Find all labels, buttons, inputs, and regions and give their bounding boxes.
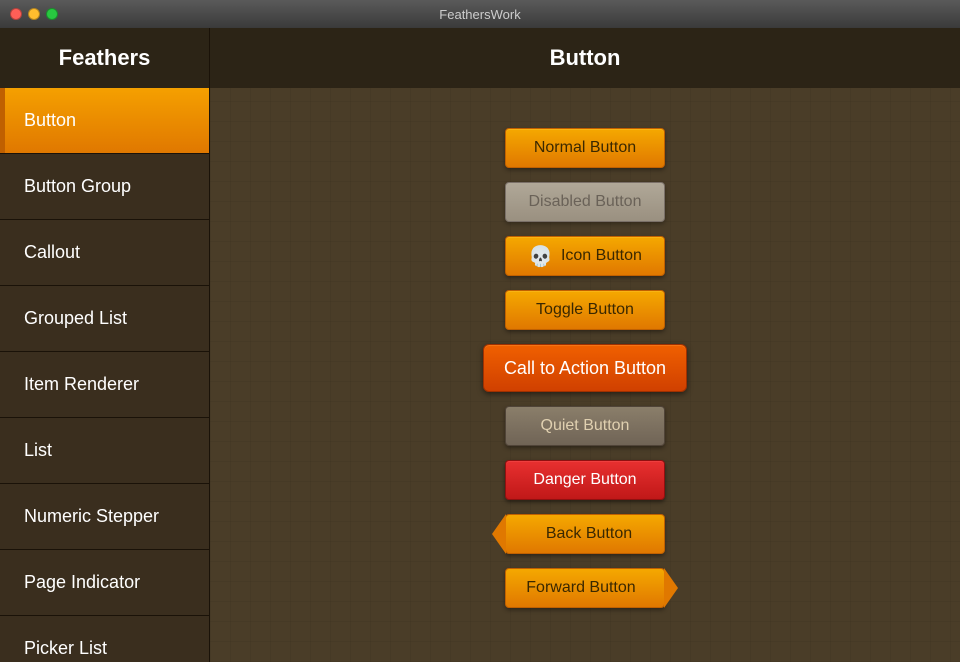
maximize-button[interactable] — [46, 8, 58, 20]
minimize-button[interactable] — [28, 8, 40, 20]
cta-button[interactable]: Call to Action Button — [483, 344, 687, 392]
back-button[interactable]: Back Button — [505, 514, 665, 554]
sidebar-item-page-indicator[interactable]: Page Indicator — [0, 550, 209, 616]
sidebar-item-picker-list[interactable]: Picker List — [0, 616, 209, 662]
header-left: Feathers — [0, 28, 210, 88]
sidebar-item-item-renderer[interactable]: Item Renderer — [0, 352, 209, 418]
app-container: Feathers Button Button Button Group Call… — [0, 28, 960, 662]
danger-button[interactable]: Danger Button — [505, 460, 665, 500]
sidebar-item-list[interactable]: List — [0, 418, 209, 484]
quiet-button[interactable]: Quiet Button — [505, 406, 665, 446]
header-right: Button — [210, 28, 960, 88]
title-bar: FeathersWork — [0, 0, 960, 28]
disabled-button: Disabled Button — [505, 182, 665, 222]
section-title: Button — [550, 45, 621, 71]
forward-button[interactable]: Forward Button — [505, 568, 665, 608]
close-button[interactable] — [10, 8, 22, 20]
toggle-button[interactable]: Toggle Button — [505, 290, 665, 330]
skull-icon: 💀 — [528, 244, 553, 269]
app-title: Feathers — [59, 45, 151, 71]
sidebar-item-callout[interactable]: Callout — [0, 220, 209, 286]
window-title: FeathersWork — [439, 7, 520, 22]
buttons-column: Normal Button Disabled Button 💀 Icon But… — [483, 128, 687, 608]
app-body: Button Button Group Callout Grouped List… — [0, 88, 960, 662]
sidebar-item-grouped-list[interactable]: Grouped List — [0, 286, 209, 352]
sidebar-item-numeric-stepper[interactable]: Numeric Stepper — [0, 484, 209, 550]
sidebar-item-button[interactable]: Button — [0, 88, 209, 154]
icon-button[interactable]: 💀 Icon Button — [505, 236, 665, 276]
app-header: Feathers Button — [0, 28, 960, 88]
main-content: Normal Button Disabled Button 💀 Icon But… — [210, 88, 960, 662]
sidebar: Button Button Group Callout Grouped List… — [0, 88, 210, 662]
window-controls — [10, 8, 58, 20]
sidebar-item-button-group[interactable]: Button Group — [0, 154, 209, 220]
normal-button[interactable]: Normal Button — [505, 128, 665, 168]
